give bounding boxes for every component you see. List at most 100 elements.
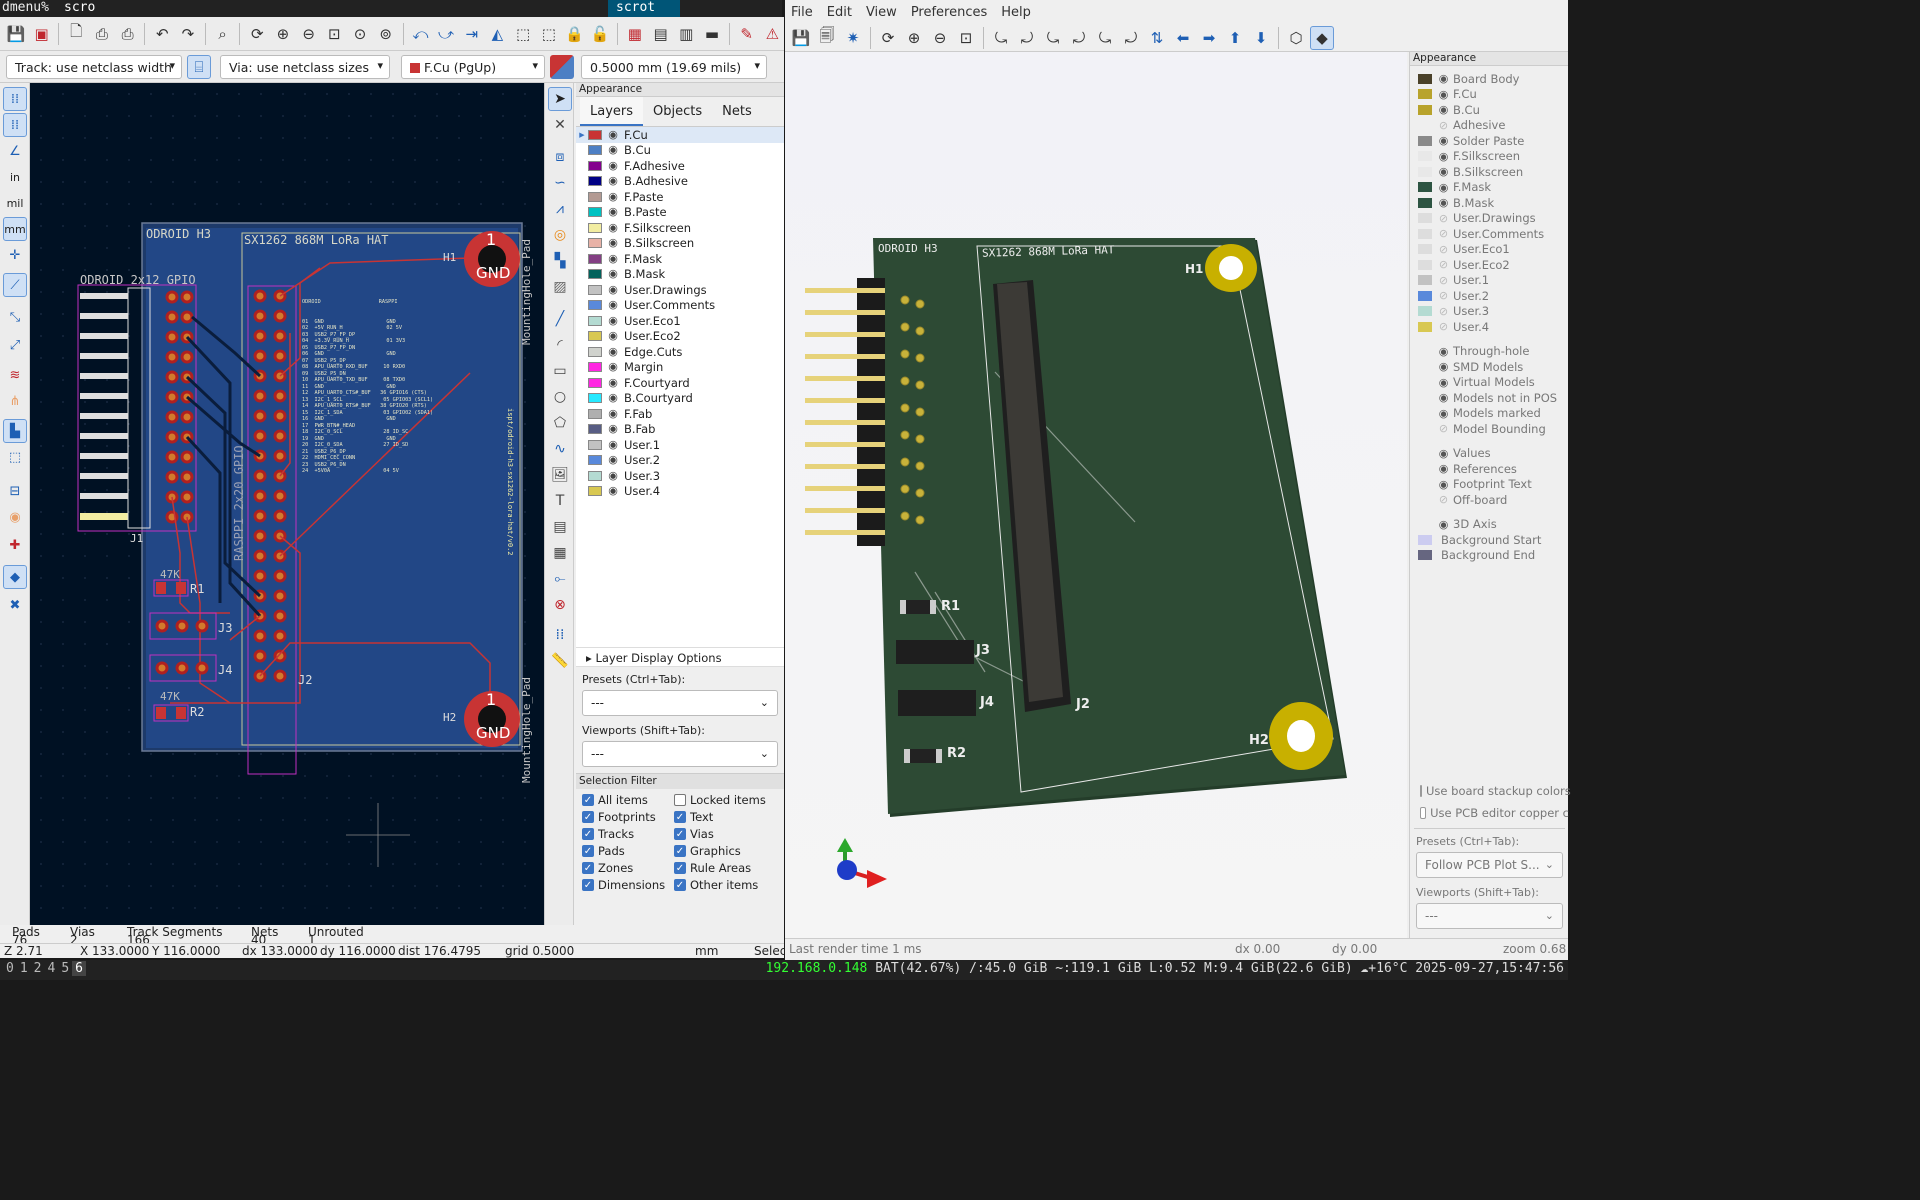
layer-row[interactable]: ◉ Edge.Cuts xyxy=(576,344,784,360)
eye-icon[interactable]: ◉ xyxy=(1437,447,1450,460)
workspace-tag[interactable]: 5 xyxy=(58,961,72,976)
layer-color-swatch[interactable] xyxy=(1418,135,1432,146)
add-text-icon[interactable]: T xyxy=(548,489,572,513)
layer-color-swatch[interactable] xyxy=(1418,213,1432,224)
layer-row[interactable]: ◉ F.Fab xyxy=(576,406,784,422)
menu-file[interactable]: File xyxy=(791,5,813,20)
add-rule-area-icon[interactable]: ▨ xyxy=(548,275,572,299)
zoom-fit-icon[interactable]: ⊡ xyxy=(954,26,978,50)
eye-icon[interactable]: ◉ xyxy=(606,143,620,157)
properties-panel-icon[interactable]: ✖ xyxy=(3,593,27,617)
layer-color-swatch[interactable] xyxy=(588,222,602,233)
group-icon[interactable]: ⬚ xyxy=(511,22,535,46)
zone-outline-icon[interactable]: ⬚ xyxy=(3,445,27,469)
workspace-tag[interactable]: 1 xyxy=(17,961,31,976)
3d-viewports-select[interactable]: --- ⌄ xyxy=(1416,903,1563,929)
move-right-icon[interactable]: ➡ xyxy=(1197,26,1221,50)
select-tool-icon[interactable]: ➤ xyxy=(548,87,572,111)
local-ratsnest-icon[interactable]: ⤢ xyxy=(3,333,27,357)
selection-filter-checkbox[interactable]: ✓ All items xyxy=(582,793,674,807)
eye-icon[interactable]: ◉ xyxy=(606,345,620,359)
layer-row[interactable]: ⊘ User.3 xyxy=(1410,304,1568,320)
workspace-tag[interactable]: 0 xyxy=(3,961,17,976)
layer-display-options-toggle[interactable]: ▸ Layer Display Options xyxy=(576,647,784,667)
tune-length-icon[interactable]: ⩘ xyxy=(548,197,572,221)
zone-fill-icon[interactable]: ▙ xyxy=(3,419,27,443)
selection-filter-checkbox[interactable]: ✓ Zones xyxy=(582,861,674,875)
layer-color-swatch[interactable] xyxy=(1418,495,1432,505)
eye-icon[interactable]: ◉ xyxy=(606,314,620,328)
eye-icon[interactable]: ◉ xyxy=(606,298,620,312)
selection-filter-checkbox[interactable]: ✓ Tracks xyxy=(582,827,674,841)
layer-row[interactable]: ◉ F.Paste xyxy=(576,189,784,205)
layer-color-swatch[interactable] xyxy=(1418,228,1432,239)
grid-overrides-icon[interactable]: ⁞⁞ xyxy=(3,113,27,137)
checkbox-box[interactable]: ✓ xyxy=(582,794,594,806)
zoom-objects-icon[interactable]: ⊙ xyxy=(348,22,372,46)
selection-filter-checkbox[interactable]: ✓ Footprints xyxy=(582,810,674,824)
3d-canvas[interactable]: ODROID H3 SX1262 868M LoRa HAT H1 H2 J2 … xyxy=(785,52,1407,938)
layer-color-swatch[interactable] xyxy=(588,269,602,280)
ratsnest-icon[interactable]: ⟋ xyxy=(3,273,27,297)
layer-row[interactable]: ⊘ Adhesive xyxy=(1410,118,1568,134)
zoom-in-icon[interactable]: ⊕ xyxy=(271,22,295,46)
delete-tool-icon[interactable]: ⊗ xyxy=(548,593,572,617)
eye-icon[interactable]: ◉ xyxy=(606,252,620,266)
layer-color-swatch[interactable] xyxy=(588,145,602,156)
layer-color-swatch[interactable] xyxy=(588,424,602,435)
eye-icon[interactable]: ◉ xyxy=(1437,165,1450,178)
draw-rectangle-icon[interactable]: ▭ xyxy=(548,359,572,383)
eye-icon[interactable]: ◉ xyxy=(1437,478,1450,491)
layer-select[interactable]: F.Cu (PgUp) ▾ xyxy=(401,55,545,79)
checkbox-box[interactable] xyxy=(674,794,686,806)
raytracing-icon[interactable]: ✷ xyxy=(841,26,865,50)
eye-off-icon[interactable]: ⊘ xyxy=(1437,243,1450,256)
eye-off-icon[interactable]: ⊘ xyxy=(1437,227,1450,240)
eye-icon[interactable]: ◉ xyxy=(1437,407,1450,420)
layer-color-swatch[interactable] xyxy=(1418,321,1432,332)
tab-nets[interactable]: Nets xyxy=(712,97,762,126)
eye-icon[interactable]: ◉ xyxy=(606,422,620,436)
add-footprint-icon[interactable]: ⧈ xyxy=(548,145,572,169)
layer-row[interactable]: ◉ User.1 xyxy=(576,437,784,453)
layer-row[interactable]: ◉ Virtual Models xyxy=(1410,375,1568,391)
layer-row[interactable]: ◉ User.Drawings xyxy=(576,282,784,298)
layer-color-swatch[interactable] xyxy=(1418,89,1432,100)
checkbox-box[interactable]: ✓ xyxy=(674,879,686,891)
workspace-tag[interactable]: 2 xyxy=(31,961,45,976)
eye-icon[interactable]: ◉ xyxy=(606,221,620,235)
eye-icon[interactable]: ◉ xyxy=(1437,150,1450,163)
appearance-panel-icon[interactable]: ◆ xyxy=(3,565,27,589)
layer-row[interactable]: ◉ F.Silkscreen xyxy=(1410,149,1568,165)
layer-color-swatch[interactable] xyxy=(588,284,602,295)
layer-color-swatch[interactable] xyxy=(588,362,602,373)
layer-color-swatch[interactable] xyxy=(588,377,602,388)
move-left-icon[interactable]: ⬅ xyxy=(1171,26,1195,50)
eye-icon[interactable]: ◉ xyxy=(606,469,620,483)
netlist-icon[interactable]: ▦ xyxy=(623,22,647,46)
checkbox-box[interactable]: ✓ xyxy=(582,862,594,874)
layer-row[interactable]: ◉ Solder Paste xyxy=(1410,133,1568,149)
checkbox-box[interactable]: ✓ xyxy=(582,845,594,857)
layer-row[interactable]: ◉ B.Cu xyxy=(1410,102,1568,118)
layer-row[interactable]: ◉ F.Cu xyxy=(1410,87,1568,103)
update-pcb-icon[interactable]: ▥ xyxy=(674,22,698,46)
zoom-fit-icon[interactable]: ⊡ xyxy=(323,22,347,46)
checkbox-box[interactable]: ✓ xyxy=(674,811,686,823)
grid-origin-icon[interactable]: ⁞⁞ xyxy=(548,623,572,647)
eye-off-icon[interactable]: ⊘ xyxy=(1437,305,1450,318)
selection-filter-checkbox[interactable]: ✓ Graphics xyxy=(674,844,784,858)
eye-off-icon[interactable]: ⊘ xyxy=(1437,493,1450,506)
lock-icon[interactable]: 🔒 xyxy=(563,22,587,46)
ungroup-icon[interactable]: ⬚ xyxy=(537,22,561,46)
selection-filter-checkbox[interactable]: ✓ Dimensions xyxy=(582,878,674,892)
layer-row[interactable]: ◉ F.Adhesive xyxy=(576,158,784,174)
eye-icon[interactable]: ◉ xyxy=(606,391,620,405)
eye-icon[interactable]: ◉ xyxy=(606,267,620,281)
eye-icon[interactable]: ◉ xyxy=(1437,88,1450,101)
layer-color-swatch[interactable] xyxy=(588,408,602,419)
rotate-x-cw-icon[interactable]: ⤾ xyxy=(1015,26,1039,50)
layer-color-swatch[interactable] xyxy=(588,300,602,311)
layer-color-swatch[interactable] xyxy=(588,253,602,264)
units-mm-button[interactable]: mm xyxy=(3,217,27,241)
